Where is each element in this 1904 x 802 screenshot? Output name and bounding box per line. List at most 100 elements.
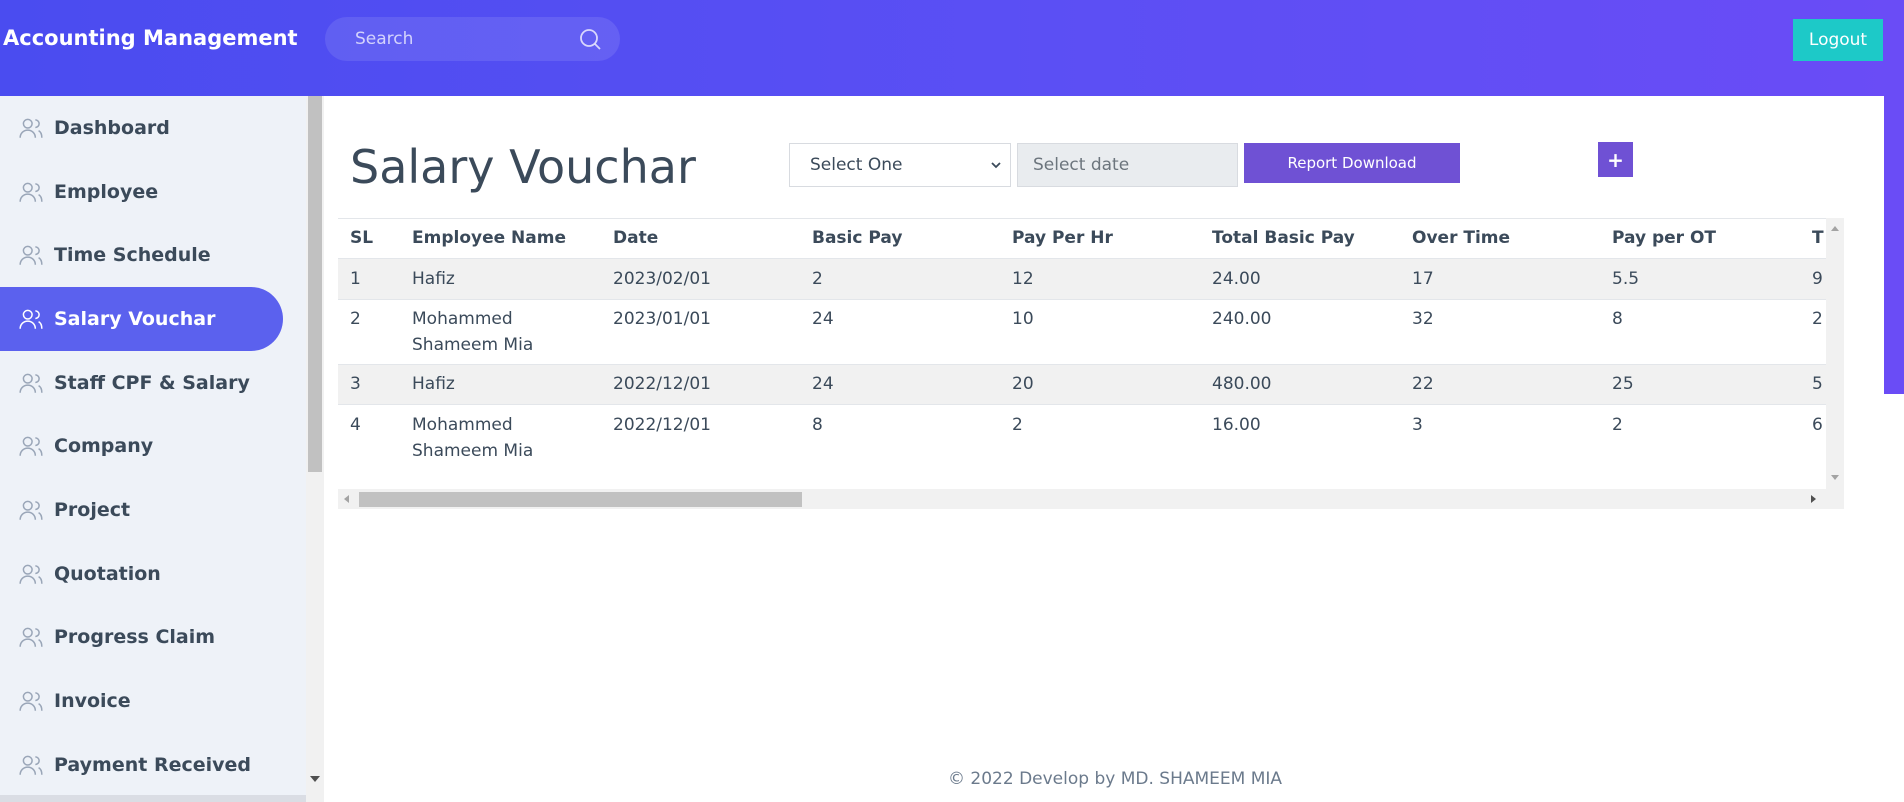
user-icon xyxy=(19,436,43,456)
table-cell: 12 xyxy=(1012,269,1034,289)
table-header-cell: Date xyxy=(613,228,659,248)
table-header-cell: Over Time xyxy=(1412,228,1511,248)
user-icon xyxy=(19,373,43,393)
table-cell: 2 xyxy=(1612,415,1623,435)
table-cell: 5.5 xyxy=(1612,269,1640,289)
table-header-cell: T xyxy=(1812,228,1824,248)
user-icon xyxy=(19,309,43,329)
sidebar-item-payment-received[interactable]: Payment Received xyxy=(0,733,283,797)
sidebar-item-project[interactable]: Project xyxy=(0,478,283,542)
table-cell: 2 xyxy=(1012,415,1023,435)
user-icon xyxy=(19,755,43,775)
user-icon xyxy=(19,500,43,520)
user-icon xyxy=(19,118,43,138)
table-cell: 1 xyxy=(350,269,361,289)
table-header-cell: SL xyxy=(350,228,374,248)
table-cell: 2 xyxy=(350,309,361,329)
table-cell: Mohammed Shameem Mia xyxy=(412,309,534,355)
horizontal-scrollbar-thumb[interactable] xyxy=(359,492,802,507)
sidebar-horizontal-scrollbar[interactable] xyxy=(0,795,306,802)
scroll-up-arrow-icon[interactable] xyxy=(1831,226,1839,231)
table-header-cell: Pay Per Hr xyxy=(1012,228,1113,248)
sidebar: Dashboard Employee Time Schedule Salary … xyxy=(0,96,306,802)
table-cell: 6 xyxy=(1812,415,1823,435)
table-horizontal-scrollbar[interactable] xyxy=(338,489,1844,509)
table-cell: 2 xyxy=(1812,309,1823,329)
table-cell: 9 xyxy=(1812,269,1823,289)
user-icon xyxy=(19,245,43,265)
table-cell: 10 xyxy=(1012,309,1034,329)
add-button[interactable]: + xyxy=(1598,142,1633,177)
sidebar-item-invoice[interactable]: Invoice xyxy=(0,669,283,733)
search-input[interactable] xyxy=(355,27,575,51)
table-cell: 2023/02/01 xyxy=(613,269,711,289)
table-cell: 22 xyxy=(1412,374,1434,394)
sidebar-item-quotation[interactable]: Quotation xyxy=(0,542,283,606)
table-cell: 24 xyxy=(812,309,834,329)
table-cell: 2022/12/01 xyxy=(613,374,711,394)
sidebar-item-label: Quotation xyxy=(54,563,161,585)
select-one-dropdown[interactable]: Select One xyxy=(789,143,1011,187)
table-cell: 25 xyxy=(1612,374,1634,394)
sidebar-item-label: Dashboard xyxy=(54,117,170,139)
user-icon xyxy=(19,564,43,584)
sidebar-item-employee[interactable]: Employee xyxy=(0,160,283,224)
table-header-cell: Pay per OT xyxy=(1612,228,1717,248)
table-vertical-scrollbar[interactable] xyxy=(1826,218,1844,489)
date-input[interactable] xyxy=(1017,143,1238,187)
table-cell: 3 xyxy=(350,374,361,394)
user-icon xyxy=(19,691,43,711)
sidebar-scrollbar-thumb[interactable] xyxy=(308,96,322,472)
table-cell: 8 xyxy=(812,415,823,435)
sidebar-item-label: Time Schedule xyxy=(54,244,211,266)
table-row: 2 Mohammed Shameem Mia 2023/01/01 24 10 … xyxy=(338,299,1826,364)
table-cell: Mohammed Shameem Mia xyxy=(412,415,534,461)
table-cell: 4 xyxy=(350,415,361,435)
logout-button[interactable]: Logout xyxy=(1793,19,1883,61)
sidebar-item-staff-cpf-salary[interactable]: Staff CPF & Salary xyxy=(0,351,283,415)
scroll-left-arrow-icon[interactable] xyxy=(344,495,349,503)
sidebar-item-label: Invoice xyxy=(54,690,131,712)
sidebar-item-label: Project xyxy=(54,499,131,521)
table-header-cell: Employee Name xyxy=(412,228,567,248)
sidebar-item-dashboard[interactable]: Dashboard xyxy=(0,96,283,160)
top-header-bar: Accounting Management Logout xyxy=(0,0,1904,96)
table-cell: 8 xyxy=(1612,309,1623,329)
sidebar-scrollbar[interactable] xyxy=(306,96,324,802)
table-cell: 17 xyxy=(1412,269,1434,289)
sidebar-item-salary-vouchar[interactable]: Salary Vouchar xyxy=(0,287,283,351)
user-icon xyxy=(19,627,43,647)
table-row: 1 Hafiz 2023/02/01 2 12 24.00 17 5.5 9 xyxy=(338,258,1826,299)
search-icon[interactable] xyxy=(578,27,602,51)
scroll-down-arrow-icon[interactable] xyxy=(310,776,320,782)
table-cell: 32 xyxy=(1412,309,1434,329)
table-cell: 2022/12/01 xyxy=(613,415,711,435)
scroll-right-arrow-icon[interactable] xyxy=(1811,495,1816,503)
select-value: Select One xyxy=(810,155,903,175)
footer-copyright: © 2022 Develop by MD. SHAMEEM MIA xyxy=(948,769,1283,789)
table-cell: 3 xyxy=(1412,415,1423,435)
sidebar-item-time-schedule[interactable]: Time Schedule xyxy=(0,223,283,287)
page-title: Salary Vouchar xyxy=(350,140,696,194)
table-cell: 16.00 xyxy=(1212,415,1261,435)
table-row: 3 Hafiz 2022/12/01 24 20 480.00 22 25 5 xyxy=(338,364,1826,404)
chevron-down-icon xyxy=(991,162,1001,169)
search-box[interactable] xyxy=(325,17,620,61)
sidebar-item-label: Staff CPF & Salary xyxy=(54,372,250,394)
header-gradient-strip xyxy=(1884,96,1904,394)
table-cell: 20 xyxy=(1012,374,1034,394)
table-header-cell: Basic Pay xyxy=(812,228,903,248)
sidebar-item-label: Payment Received xyxy=(54,754,251,776)
sidebar-item-company[interactable]: Company xyxy=(0,414,283,478)
sidebar-item-label: Salary Vouchar xyxy=(54,308,216,330)
sidebar-item-label: Company xyxy=(54,435,154,457)
sidebar-item-progress-claim[interactable]: Progress Claim xyxy=(0,605,283,669)
table-cell: 240.00 xyxy=(1212,309,1272,329)
table-row: 4 Mohammed Shameem Mia 2022/12/01 8 2 16… xyxy=(338,404,1826,470)
table-cell: 2 xyxy=(812,269,823,289)
table-cell: Hafiz xyxy=(412,374,455,394)
table-cell: 480.00 xyxy=(1212,374,1272,394)
salary-table: SL Employee Name Date Basic Pay Pay Per … xyxy=(338,218,1826,489)
report-download-button[interactable]: Report Download xyxy=(1244,143,1460,183)
scroll-down-arrow-icon[interactable] xyxy=(1831,475,1839,480)
